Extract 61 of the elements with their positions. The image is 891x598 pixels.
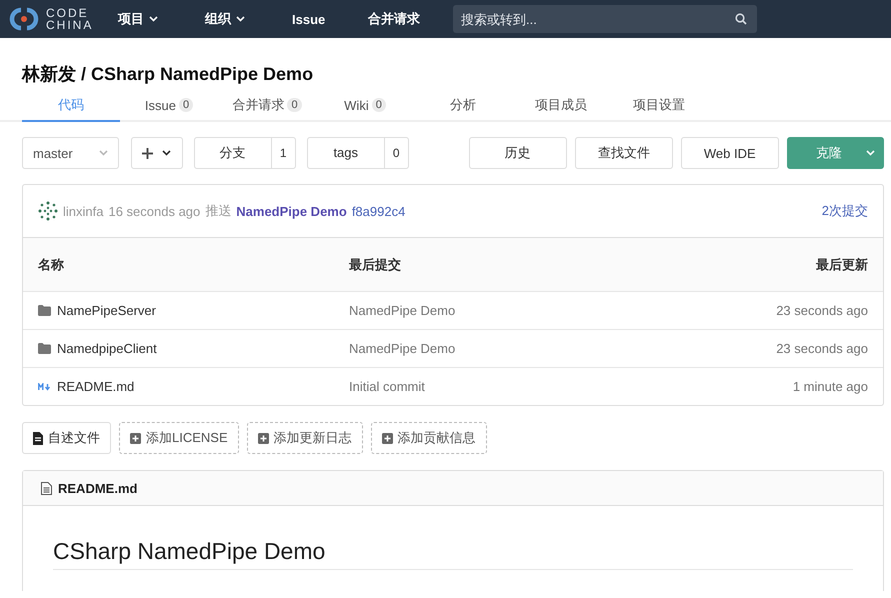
commit-action: 推送 — [205, 202, 232, 220]
folder-icon — [38, 343, 51, 354]
commit-author: linxinfa — [63, 204, 104, 218]
updated-cell-text: 23 seconds ago — [775, 341, 868, 356]
updated-cell-text: 23 seconds ago — [775, 303, 868, 318]
file-action-button[interactable]: 添加贡献信息 — [370, 422, 487, 454]
branches-button[interactable]: 分支 — [194, 138, 271, 168]
updated-cell-text: 1 minute ago — [792, 379, 868, 394]
plus-square-icon — [130, 432, 141, 444]
markdown-icon — [38, 382, 51, 390]
nav-item[interactable]: 项目 — [118, 10, 205, 28]
column-header: 最后提交 — [349, 256, 402, 274]
nav-item[interactable]: 组织 — [205, 10, 292, 28]
tags-button[interactable]: tags — [308, 138, 384, 168]
logo-icon[interactable] — [8, 6, 40, 32]
toolbar-button[interactable]: 历史 — [468, 137, 567, 169]
chevron-icon — [866, 150, 875, 156]
toolbar-button[interactable]: 查找文件 — [574, 137, 673, 169]
repo-title: 林新发 / CSharp NamedPipe Demo — [22, 63, 314, 84]
add-dropdown[interactable] — [131, 137, 183, 169]
count-badge: 0 — [384, 138, 408, 168]
file-icon — [33, 432, 43, 444]
file-link[interactable]: NamePipeServer — [57, 303, 156, 318]
tab[interactable]: 项目成员 — [512, 90, 610, 122]
count-badge: 1 — [270, 138, 295, 168]
search-field[interactable]: 搜索或转到... — [453, 5, 757, 33]
file-link[interactable]: README.md — [57, 379, 134, 394]
nav-item[interactable]: Issue — [292, 12, 368, 26]
branch-dropdown[interactable]: master — [22, 137, 120, 169]
plus-square-icon — [258, 432, 269, 444]
plus-square-icon — [382, 432, 393, 444]
chevron-icon — [99, 150, 108, 156]
commit-message-link[interactable]: NamedPipe Demo — [236, 204, 347, 218]
nav-item[interactable]: 合并请求 — [368, 10, 455, 28]
document-icon — [41, 482, 52, 494]
tab[interactable]: Wiki 0 — [316, 90, 414, 122]
folder-icon — [38, 305, 51, 316]
tab[interactable]: 合并请求 0 — [218, 90, 316, 122]
commit-message-cell[interactable]: NamedPipe Demo — [349, 341, 668, 356]
tab[interactable]: 项目设置 — [610, 90, 708, 122]
file-action-button[interactable]: 添加更新日志 — [246, 422, 363, 454]
commit-count-link[interactable]: 2次提交 — [822, 202, 868, 220]
commit-time: 16 seconds ago — [108, 204, 200, 218]
column-header: 名称 — [38, 256, 65, 274]
commit-message-cell[interactable]: NamedPipe Demo — [349, 303, 668, 318]
chevron-icon — [162, 150, 172, 156]
readme-filename: README.md — [58, 480, 138, 496]
file-action-button[interactable]: 自述文件 — [22, 422, 111, 454]
commit-message-cell[interactable]: Initial commit — [349, 379, 668, 394]
logo-text: CODE CHINA — [46, 7, 94, 31]
tab[interactable]: Issue 0 — [120, 90, 218, 122]
plus-icon — [142, 148, 154, 158]
avatar-icon — [38, 201, 58, 221]
toolbar-button[interactable]: Web IDE — [680, 137, 779, 169]
commit-hash-link[interactable]: f8a992c4 — [352, 204, 406, 218]
file-action-button[interactable]: 添加LICENSE — [119, 422, 239, 454]
column-header: 最后更新 — [815, 256, 868, 274]
readme-heading: CSharp NamedPipe Demo — [53, 538, 326, 565]
file-link[interactable]: NamedpipeClient — [57, 341, 157, 356]
tab[interactable]: 分析 — [414, 90, 512, 122]
search-icon — [735, 13, 747, 25]
